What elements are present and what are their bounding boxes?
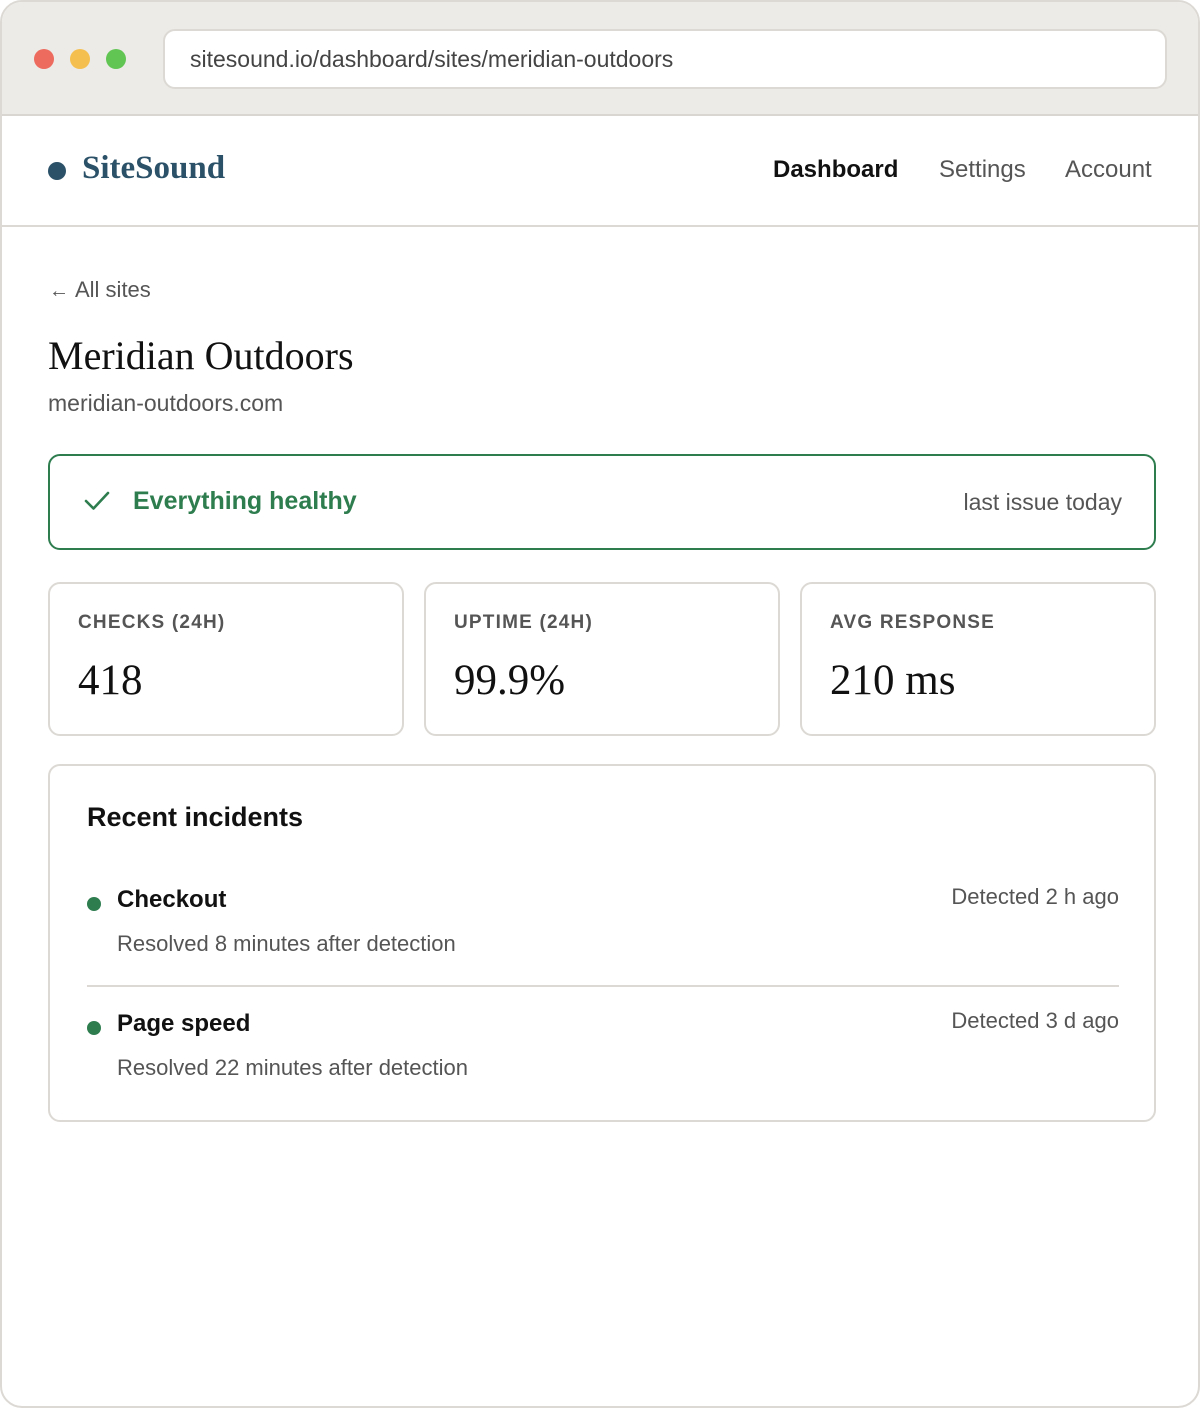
back-link-label: All sites <box>75 277 151 302</box>
brand-name[interactable]: SiteSound <box>82 150 225 187</box>
incident-resolution: Resolved 8 minutes after detection <box>117 931 456 956</box>
stat-card-avg-response: AVG RESPONSE 210 ms <box>800 582 1156 736</box>
maximize-window-button[interactable] <box>106 49 126 69</box>
stat-label: UPTIME (24H) <box>454 612 593 633</box>
stat-label: AVG RESPONSE <box>830 612 996 633</box>
nav-account[interactable]: Account <box>1065 156 1152 184</box>
resolved-status-dot <box>87 897 101 911</box>
incident-divider <box>87 985 1119 987</box>
incident-detected-time: Detected 2 h ago <box>951 884 1119 909</box>
stat-value: 99.9% <box>454 657 566 704</box>
close-window-button[interactable] <box>34 49 54 69</box>
stat-card-checks: CHECKS (24H) 418 <box>48 582 404 736</box>
browser-toolbar: sitesound.io/dashboard/sites/meridian-ou… <box>2 2 1198 116</box>
minimize-window-button[interactable] <box>70 49 90 69</box>
site-domain: meridian-outdoors.com <box>48 390 284 416</box>
incident-resolution: Resolved 22 minutes after detection <box>117 1055 468 1080</box>
page-title: Meridian Outdoors <box>48 333 354 378</box>
last-issue-text: last issue today <box>963 489 1122 515</box>
back-to-all-sites-link[interactable]: ← All sites <box>49 277 151 303</box>
nav-settings[interactable]: Settings <box>939 156 1026 184</box>
incident-name: Page speed <box>117 1010 251 1037</box>
nav-dashboard[interactable]: Dashboard <box>773 156 898 184</box>
stat-value: 418 <box>78 657 143 704</box>
stat-value: 210 ms <box>830 657 956 704</box>
incidents-heading: Recent incidents <box>87 802 304 832</box>
stat-label: CHECKS (24H) <box>78 612 226 633</box>
health-status-label: Everything healthy <box>133 487 357 515</box>
browser-window: sitesound.io/dashboard/sites/meridian-ou… <box>0 0 1200 1408</box>
incident-name: Checkout <box>117 886 227 913</box>
health-status-banner: Everything healthy last issue today <box>48 454 1156 550</box>
incident-detected-time: Detected 3 d ago <box>951 1008 1119 1033</box>
incident-item[interactable]: Checkout Detected 2 h ago Resolved 8 min… <box>87 884 1119 984</box>
check-icon <box>84 491 110 510</box>
resolved-status-dot <box>87 1021 101 1035</box>
stat-card-uptime: UPTIME (24H) 99.9% <box>424 582 780 736</box>
incident-item[interactable]: Page speed Detected 3 d ago Resolved 22 … <box>87 1008 1119 1108</box>
address-bar[interactable]: sitesound.io/dashboard/sites/meridian-ou… <box>163 29 1167 89</box>
back-arrow-icon: ← <box>49 280 69 302</box>
recent-incidents-panel: Recent incidents Checkout Detected 2 h a… <box>48 764 1156 1122</box>
brand-logo-dot <box>48 162 66 180</box>
